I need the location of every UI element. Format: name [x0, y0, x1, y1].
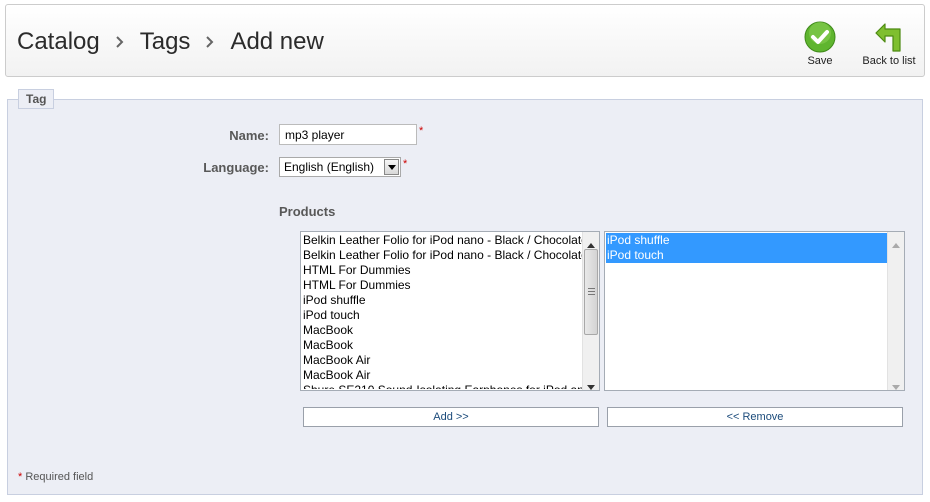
required-mark: * [419, 125, 424, 137]
chevron-down-icon[interactable] [384, 159, 399, 175]
back-to-list-button[interactable]: Back to list [857, 21, 921, 67]
scroll-up-icon[interactable] [892, 237, 900, 251]
language-label: Language: [203, 160, 269, 175]
list-item[interactable]: Belkin Leather Folio for iPod nano - Bla… [302, 248, 582, 263]
language-select[interactable]: English (English) [279, 157, 401, 177]
list-item[interactable]: MacBook Air [302, 353, 582, 368]
list-item[interactable]: Shure SE210 Sound-Isolating Earphones fo… [302, 383, 582, 389]
selected-products-list[interactable]: iPod shuffle iPod touch [604, 231, 905, 391]
grip-icon [588, 288, 595, 297]
language-value: English (English) [284, 160, 375, 174]
required-text: Required field [25, 471, 94, 483]
list-item[interactable]: iPod touch [302, 308, 582, 323]
name-input[interactable] [279, 124, 417, 145]
required-field-note: * Required field [18, 471, 93, 483]
selected-products-items: iPod shuffle iPod touch [606, 233, 887, 389]
available-products-list[interactable]: Belkin Leather Folio for iPod nano - Bla… [300, 231, 600, 391]
list-item[interactable]: MacBook [302, 338, 582, 353]
chevron-right-icon [100, 35, 140, 49]
scrollbar[interactable] [887, 232, 904, 390]
required-mark: * [403, 158, 408, 170]
breadcrumb-tags[interactable]: Tags [140, 28, 191, 56]
breadcrumb-catalog[interactable]: Catalog [17, 28, 100, 56]
save-label: Save [807, 55, 833, 67]
name-label: Name: [229, 128, 269, 143]
back-arrow-icon [857, 21, 921, 53]
list-item[interactable]: Belkin Leather Folio for iPod nano - Bla… [302, 233, 582, 248]
scrollbar[interactable] [582, 232, 599, 390]
scroll-down-icon[interactable] [892, 379, 900, 390]
remove-button[interactable]: << Remove [607, 407, 903, 427]
list-item[interactable]: iPod touch [606, 248, 887, 263]
available-products-items: Belkin Leather Folio for iPod nano - Bla… [302, 233, 582, 389]
scroll-down-icon[interactable] [587, 379, 595, 390]
save-button[interactable]: Save [796, 21, 844, 67]
add-button[interactable]: Add >> [303, 407, 599, 427]
required-star: * [18, 471, 23, 483]
list-item[interactable]: HTML For Dummies [302, 278, 582, 293]
scrollbar-thumb[interactable] [584, 249, 598, 335]
list-item[interactable]: iPod shuffle [302, 293, 582, 308]
fieldset-legend: Tag [18, 89, 55, 109]
checkmark-icon [796, 21, 844, 53]
list-item[interactable]: HTML For Dummies [302, 263, 582, 278]
list-item[interactable]: iPod shuffle [606, 233, 887, 248]
list-item[interactable]: MacBook [302, 323, 582, 338]
list-item[interactable]: MacBook Air [302, 368, 582, 383]
back-to-list-label: Back to list [862, 55, 916, 67]
products-title: Products [279, 204, 336, 219]
toolbar: Catalog Tags Add new Save Back to list [5, 4, 925, 77]
breadcrumb: Catalog Tags Add new [17, 27, 324, 57]
chevron-right-icon [190, 35, 230, 49]
breadcrumb-add-new: Add new [230, 28, 324, 55]
